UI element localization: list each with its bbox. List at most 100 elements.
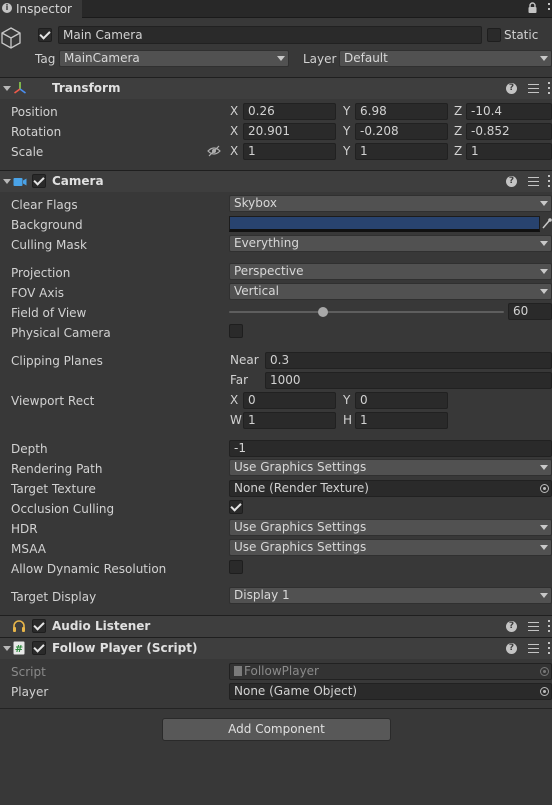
viewport-w-label[interactable]: W — [230, 413, 242, 428]
dynamic-resolution-checkbox[interactable] — [229, 560, 243, 574]
viewport-y-label[interactable]: Y — [343, 393, 350, 408]
layer-dropdown[interactable]: Default — [339, 50, 552, 67]
dynamic-resolution-label: Allow Dynamic Resolution — [11, 562, 167, 576]
help-icon[interactable]: ? — [506, 621, 517, 632]
scale-y-field[interactable]: 1 — [355, 143, 448, 160]
physical-camera-checkbox[interactable] — [229, 324, 243, 338]
position-x-field[interactable]: 0.26 — [243, 103, 336, 120]
hdr-label: HDR — [11, 522, 38, 536]
add-component-label: Add Component — [228, 722, 325, 736]
tab-menu-icon[interactable] — [548, 3, 550, 5]
target-display-dropdown[interactable]: Display 1 — [229, 587, 552, 604]
static-checkbox[interactable] — [487, 28, 501, 42]
depth-field[interactable]: -1 — [229, 440, 552, 457]
tag-label: Tag — [35, 52, 56, 66]
viewport-h-field[interactable]: 1 — [355, 412, 448, 429]
position-y-field[interactable]: 6.98 — [355, 103, 448, 120]
viewport-x-field[interactable]: 0 — [243, 392, 336, 409]
follow-player-header[interactable]: # Follow Player (Script) ? — [0, 637, 552, 659]
viewport-x-label[interactable]: X — [230, 393, 238, 408]
object-picker-icon[interactable] — [540, 687, 549, 696]
rotation-x-field[interactable]: 20.901 — [243, 123, 336, 140]
script-icon: # — [13, 641, 25, 655]
component-menu-icon[interactable] — [548, 175, 550, 177]
background-color-field[interactable] — [229, 216, 540, 232]
rotation-y-label[interactable]: Y — [343, 124, 350, 139]
script-file-icon — [234, 666, 242, 676]
rotation-z-label[interactable]: Z — [454, 124, 462, 139]
camera-foldout-arrow[interactable] — [3, 179, 11, 184]
scale-z-field[interactable]: 1 — [466, 143, 552, 160]
object-picker-icon[interactable] — [540, 484, 549, 493]
transform-foldout-arrow[interactable] — [3, 86, 11, 91]
position-y-label[interactable]: Y — [343, 104, 350, 119]
target-texture-field[interactable]: None (Render Texture) — [229, 480, 552, 497]
culling-mask-dropdown[interactable]: Everything — [229, 235, 552, 252]
slider-thumb[interactable] — [318, 307, 328, 317]
object-picker-icon — [540, 667, 549, 676]
component-menu-icon[interactable] — [548, 642, 550, 644]
audio-listener-header[interactable]: Audio Listener ? — [0, 615, 552, 637]
tag-dropdown[interactable]: MainCamera — [59, 50, 289, 67]
scale-x-field[interactable]: 1 — [243, 143, 336, 160]
position-z-field[interactable]: -10.4 — [466, 103, 552, 120]
presets-icon[interactable] — [528, 84, 539, 85]
constrain-proportions-icon[interactable] — [207, 145, 221, 157]
follow-player-header-actions: ? — [502, 641, 552, 657]
occlusion-culling-checkbox[interactable] — [229, 500, 243, 514]
far-field[interactable]: 1000 — [265, 372, 552, 389]
player-label: Player — [11, 685, 49, 699]
field-of-view-field[interactable]: 60 — [508, 303, 552, 320]
add-component-button[interactable]: Add Component — [162, 718, 391, 741]
audio-listener-enabled-checkbox[interactable] — [32, 619, 46, 633]
viewport-w-field[interactable]: 1 — [243, 412, 336, 429]
rendering-path-dropdown[interactable]: Use Graphics Settings — [229, 459, 552, 476]
rotation-x-label[interactable]: X — [230, 124, 238, 139]
info-icon: i — [2, 3, 12, 13]
fov-axis-dropdown[interactable]: Vertical — [229, 283, 552, 300]
msaa-dropdown[interactable]: Use Graphics Settings — [229, 539, 552, 556]
scale-y-label[interactable]: Y — [343, 144, 350, 159]
audio-listener-header-actions: ? — [502, 619, 552, 635]
camera-title: Camera — [52, 174, 104, 188]
transform-header[interactable]: Transform ? — [0, 77, 552, 99]
inspector-tab[interactable]: i Inspector — [0, 0, 82, 18]
presets-icon[interactable] — [528, 177, 539, 178]
field-of-view-slider[interactable] — [229, 304, 504, 320]
component-menu-icon[interactable] — [548, 620, 550, 622]
gameobject-active-checkbox[interactable] — [38, 28, 52, 42]
culling-mask-label: Culling Mask — [11, 238, 87, 252]
gameobject-name-field[interactable]: Main Camera — [58, 26, 482, 44]
camera-enabled-checkbox[interactable] — [32, 174, 46, 188]
viewport-h-label[interactable]: H — [343, 413, 352, 428]
clear-flags-dropdown[interactable]: Skybox — [229, 195, 552, 212]
hdr-dropdown[interactable]: Use Graphics Settings — [229, 519, 552, 536]
near-label[interactable]: Near — [230, 353, 259, 368]
presets-icon[interactable] — [528, 622, 539, 623]
projection-dropdown[interactable]: Perspective — [229, 263, 552, 280]
scale-x-label[interactable]: X — [230, 144, 238, 159]
near-field[interactable]: 0.3 — [265, 352, 552, 369]
scale-z-label[interactable]: Z — [454, 144, 462, 159]
help-icon[interactable]: ? — [506, 83, 517, 94]
clipping-planes-label: Clipping Planes — [11, 354, 103, 368]
position-z-label[interactable]: Z — [454, 104, 462, 119]
rotation-y-field[interactable]: -0.208 — [355, 123, 448, 140]
follow-player-enabled-checkbox[interactable] — [32, 641, 46, 655]
occlusion-culling-label: Occlusion Culling — [11, 502, 115, 516]
help-icon[interactable]: ? — [506, 643, 517, 654]
camera-icon — [13, 176, 27, 186]
camera-header[interactable]: Camera ? — [0, 170, 552, 192]
lock-icon[interactable] — [528, 2, 537, 14]
follow-player-foldout-arrow[interactable] — [3, 646, 11, 651]
far-label[interactable]: Far — [230, 373, 248, 388]
position-x-label[interactable]: X — [230, 104, 238, 119]
component-menu-icon[interactable] — [548, 82, 550, 84]
presets-icon[interactable] — [528, 644, 539, 645]
help-icon[interactable]: ? — [506, 176, 517, 187]
viewport-y-field[interactable]: 0 — [355, 392, 448, 409]
eyedropper-icon[interactable] — [542, 217, 552, 229]
rotation-z-field[interactable]: -0.852 — [466, 123, 552, 140]
player-field[interactable]: None (Game Object) — [229, 683, 552, 700]
fov-axis-label: FOV Axis — [11, 286, 65, 300]
